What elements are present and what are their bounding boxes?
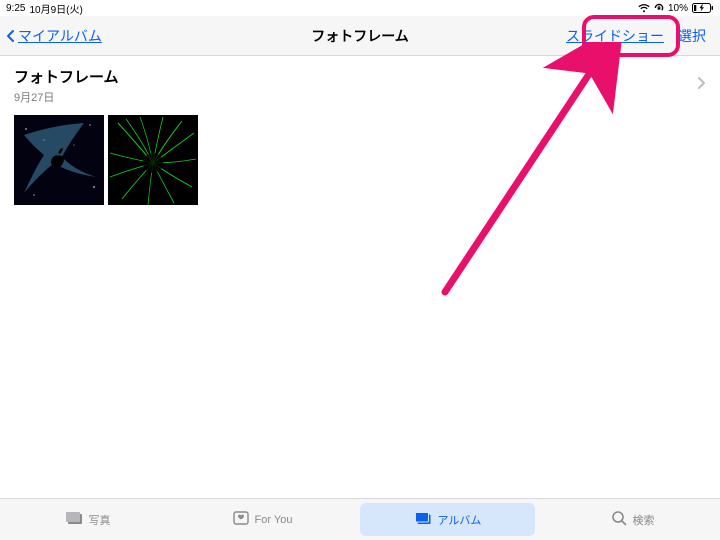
- photo-thumbnail[interactable]: [14, 115, 104, 205]
- tab-label: 検索: [633, 512, 655, 528]
- battery-percent: 10%: [668, 3, 688, 14]
- tab-search[interactable]: 検索: [545, 499, 720, 540]
- photo-thumbnail[interactable]: [108, 115, 198, 205]
- album-header[interactable]: フォトフレーム 9月27日: [0, 56, 720, 109]
- back-button[interactable]: マイアルバム: [0, 26, 102, 46]
- status-date: 10月9日(火): [29, 1, 82, 16]
- tab-label: 写真: [89, 512, 111, 528]
- foryou-icon: [233, 511, 249, 528]
- tab-albums[interactable]: アルバム: [360, 503, 535, 536]
- tab-foryou[interactable]: For You: [175, 499, 350, 540]
- content-area: フォトフレーム 9月27日: [0, 56, 720, 498]
- tab-photos[interactable]: 写真: [0, 499, 175, 540]
- status-bar: 9:25 10月9日(火) 10%: [0, 0, 720, 16]
- tab-bar: 写真 For You アルバム 検索: [0, 498, 720, 540]
- orientation-lock-icon: [654, 3, 664, 13]
- album-name: フォトフレーム: [14, 66, 119, 87]
- select-button[interactable]: 選択: [678, 26, 706, 46]
- navigation-bar: マイアルバム フォトフレーム スライドショー 選択: [0, 16, 720, 56]
- tab-label: アルバム: [438, 512, 482, 528]
- slideshow-button[interactable]: スライドショー: [566, 26, 664, 46]
- back-label: マイアルバム: [18, 26, 102, 46]
- chevron-left-icon: [4, 29, 18, 43]
- wifi-icon: [638, 4, 650, 13]
- status-time: 9:25: [6, 3, 25, 14]
- battery-icon: [692, 3, 714, 13]
- albums-icon: [414, 511, 432, 528]
- album-date: 9月27日: [14, 89, 119, 105]
- chevron-right-icon: [696, 76, 706, 95]
- thumbnail-row: [0, 109, 720, 211]
- search-icon: [611, 510, 627, 529]
- tab-label: For You: [255, 514, 293, 526]
- photos-icon: [65, 511, 83, 528]
